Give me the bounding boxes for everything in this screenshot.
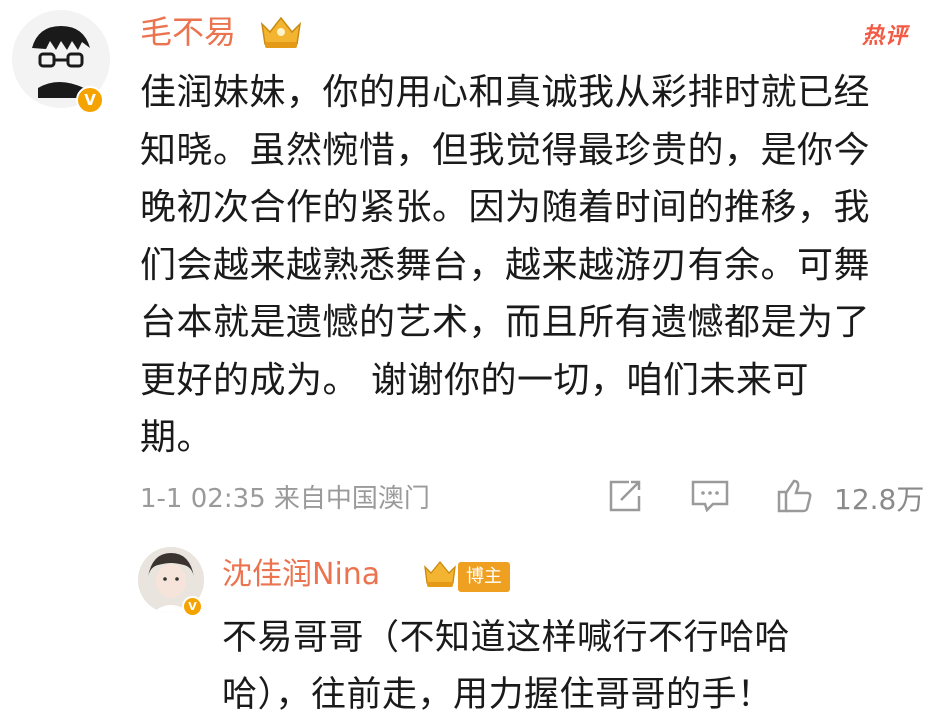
- commenter-username[interactable]: 毛不易: [140, 12, 236, 52]
- share-icon[interactable]: [605, 478, 645, 514]
- crown-badge-icon: [422, 558, 458, 590]
- verified-icon: V: [76, 86, 104, 114]
- hot-comment-tag: 热评: [862, 24, 909, 49]
- comment-timestamp-location: 1-1 02:35 来自中国澳门: [140, 484, 430, 514]
- thumbs-up-icon[interactable]: [775, 478, 815, 514]
- crown-badge-icon: [258, 14, 304, 50]
- reply-body: 不易哥哥（不知道这样喊行不行哈哈 哈），往前走，用力握住哥哥的手！: [222, 618, 791, 715]
- comment-icon[interactable]: [690, 478, 730, 514]
- replier-username[interactable]: 沈佳润Nina: [222, 555, 380, 595]
- author-badge: 博主: [458, 562, 510, 592]
- like-count: 12.8万: [834, 483, 925, 516]
- comment-body: 佳润妹妹，你的用心和真诚我从彩排时就已经 知晓。虽然惋惜，但我觉得最珍贵的，是你…: [140, 72, 871, 458]
- verified-icon: V: [182, 596, 203, 617]
